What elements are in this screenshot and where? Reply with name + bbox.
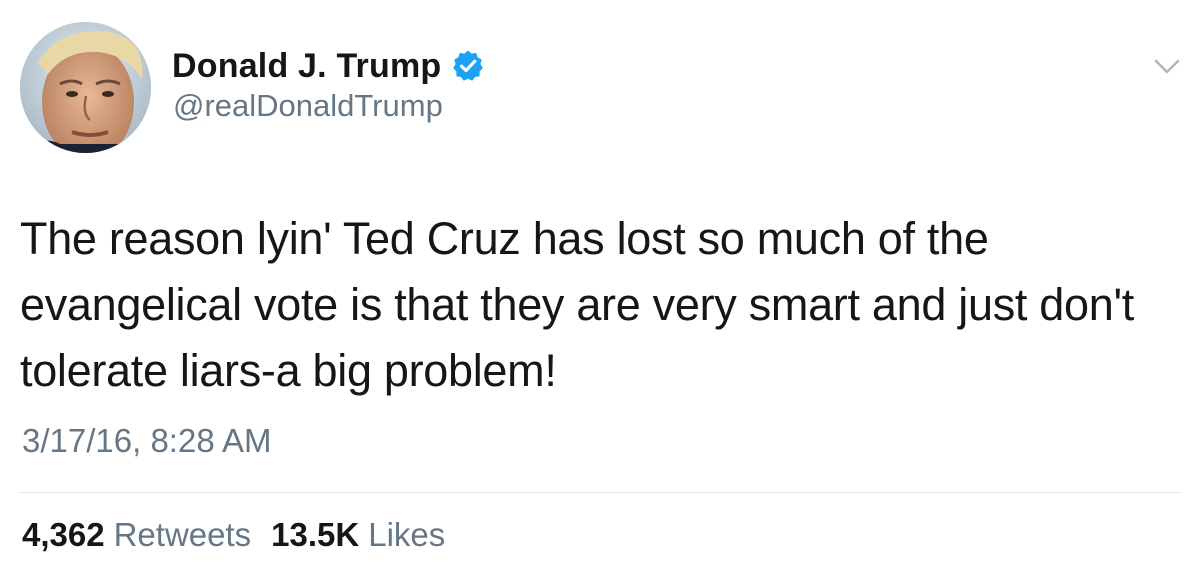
author-name-row[interactable]: Donald J. Trump — [172, 44, 485, 88]
tweet-timestamp[interactable]: 3/17/16, 8:28 AM — [22, 422, 272, 460]
chevron-down-icon[interactable] — [1152, 54, 1182, 78]
retweets-label: Retweets — [113, 516, 252, 553]
user-handle[interactable]: @realDonaldTrump — [173, 88, 443, 124]
verified-badge-icon — [451, 49, 485, 83]
avatar[interactable] — [20, 22, 151, 153]
likes-count: 13.5K — [271, 516, 360, 553]
divider — [20, 492, 1180, 493]
likes-label: Likes — [368, 516, 446, 553]
tweet-stats: 4,362 Retweets 13.5K Likes — [22, 516, 445, 554]
tweet-text: The reason lyin' Ted Cruz has lost so mu… — [20, 213, 1134, 396]
display-name[interactable]: Donald J. Trump — [172, 47, 441, 86]
avatar-image — [20, 22, 151, 153]
tweet-card: Donald J. Trump @realDonaldTrump The rea… — [0, 0, 1194, 576]
likes-stat[interactable]: 13.5K Likes — [271, 516, 445, 554]
retweets-count: 4,362 — [22, 516, 105, 553]
retweets-stat[interactable]: 4,362 Retweets — [22, 516, 251, 554]
